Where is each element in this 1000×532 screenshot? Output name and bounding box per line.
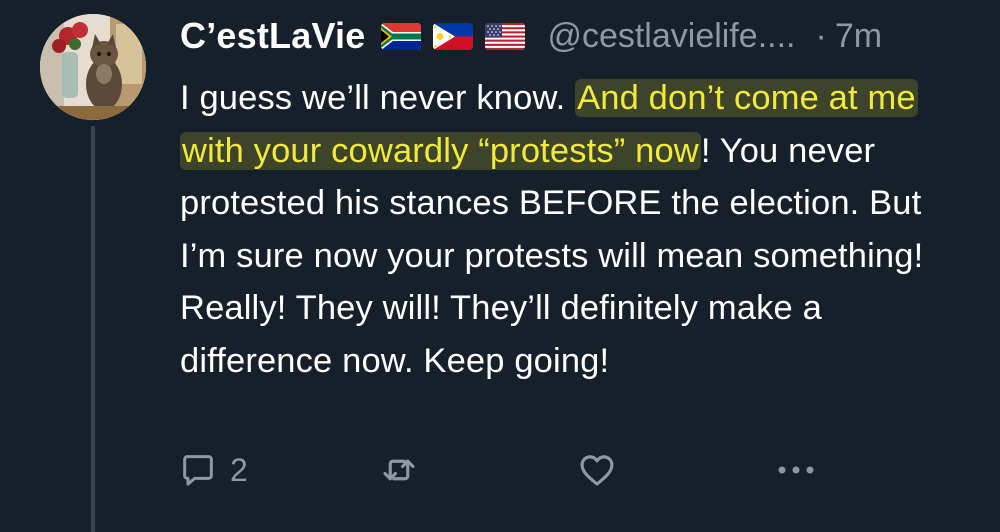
usa-flag-icon <box>485 22 526 50</box>
tweet-actions: 2 <box>178 446 838 494</box>
like-icon <box>580 455 614 486</box>
more-icon <box>778 466 814 474</box>
flag-emojis <box>381 22 526 50</box>
like-button[interactable] <box>576 446 618 494</box>
timestamp[interactable]: 7m <box>835 17 882 56</box>
thread-line <box>91 126 95 532</box>
avatar[interactable] <box>40 14 146 120</box>
philippines-flag-icon <box>433 22 474 50</box>
avatar-image <box>40 14 146 120</box>
more-options-button[interactable] <box>772 446 820 494</box>
separator-dot: · <box>815 16 827 55</box>
reply-count: 2 <box>230 451 248 488</box>
tweet[interactable]: C’estLaVie @cestlavielife.... · 7m I gue… <box>0 0 1000 532</box>
user-handle[interactable]: @cestlavielife.... <box>547 17 795 56</box>
tweet-text: I guess we’ll never know. And don’t come… <box>180 72 970 387</box>
display-name[interactable]: C’estLaVie <box>180 15 365 57</box>
tweet-header: C’estLaVie @cestlavielife.... · 7m <box>180 12 882 60</box>
reply-icon <box>183 455 213 486</box>
south-africa-flag-icon <box>381 22 422 50</box>
retweet-icon <box>383 459 415 481</box>
reply-button[interactable]: 2 <box>178 446 248 494</box>
retweet-button[interactable] <box>378 446 420 494</box>
tweet-text-start: I guess we’ll never know. <box>180 79 576 117</box>
